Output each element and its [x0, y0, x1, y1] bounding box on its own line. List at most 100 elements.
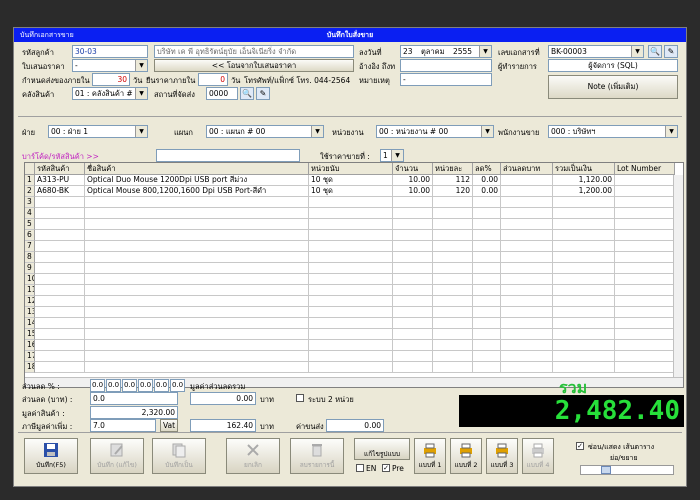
edit-icon[interactable]: ✎	[664, 45, 678, 58]
column-header[interactable]	[25, 163, 35, 175]
table-cell[interactable]	[553, 329, 615, 340]
table-cell[interactable]	[553, 230, 615, 241]
table-cell[interactable]	[553, 241, 615, 252]
table-cell[interactable]	[433, 340, 473, 351]
table-cell[interactable]	[393, 307, 433, 318]
items-table[interactable]: รหัสสินค้า ชื่อสินค้า หน่วยนับ จำนวน หน่วยละ…	[24, 162, 684, 388]
table-cell[interactable]	[35, 318, 85, 329]
discount-pct-field[interactable]: 0.0	[90, 379, 105, 392]
table-cell[interactable]	[553, 208, 615, 219]
table-cell[interactable]	[501, 318, 553, 329]
table-cell[interactable]: 0.00	[473, 186, 501, 197]
table-cell[interactable]	[35, 208, 85, 219]
discount-pct-field[interactable]: 0.0	[154, 379, 169, 392]
print-format-button[interactable]: แก้ไขรูปแบบ	[354, 438, 410, 460]
table-cell[interactable]	[501, 197, 553, 208]
table-cell[interactable]	[501, 175, 553, 186]
table-cell[interactable]: 10 ชุด	[309, 175, 393, 186]
column-header[interactable]: ชื่อสินค้า	[85, 163, 309, 175]
search-icon[interactable]: 🔍	[240, 87, 254, 100]
table-cell[interactable]	[553, 340, 615, 351]
table-cell[interactable]	[309, 197, 393, 208]
table-cell[interactable]: 10.00	[393, 175, 433, 186]
reference-field[interactable]	[400, 59, 492, 72]
column-header[interactable]: ลด%	[473, 163, 501, 175]
table-cell[interactable]	[615, 208, 675, 219]
table-cell[interactable]	[85, 351, 309, 362]
table-cell[interactable]	[35, 296, 85, 307]
doc-no-select[interactable]: BK-00003	[548, 45, 644, 58]
column-width-slider[interactable]	[580, 465, 674, 475]
table-cell[interactable]	[85, 318, 309, 329]
table-cell[interactable]	[615, 241, 675, 252]
table-cell[interactable]: 120	[433, 186, 473, 197]
table-cell[interactable]	[473, 263, 501, 274]
table-cell[interactable]	[615, 197, 675, 208]
table-cell[interactable]	[501, 362, 553, 373]
discount-pct-field[interactable]: 0.0	[170, 379, 185, 392]
table-cell[interactable]	[553, 274, 615, 285]
two-unit-checkbox[interactable]	[296, 394, 304, 402]
table-cell[interactable]	[473, 208, 501, 219]
table-cell[interactable]: 10.00	[393, 186, 433, 197]
table-cell[interactable]: Optical Duo Mouse 1200Dpi USB port สีม่ว…	[85, 175, 309, 186]
table-cell[interactable]	[501, 274, 553, 285]
vat-rate-field[interactable]: 7.0	[90, 419, 156, 432]
table-cell[interactable]	[393, 285, 433, 296]
table-cell[interactable]: A680-BK	[35, 186, 85, 197]
table-cell[interactable]	[393, 197, 433, 208]
table-row[interactable]: 12	[25, 296, 675, 307]
table-cell[interactable]	[433, 252, 473, 263]
table-cell[interactable]	[393, 351, 433, 362]
table-cell[interactable]	[615, 263, 675, 274]
table-cell[interactable]	[615, 186, 675, 197]
remark-field[interactable]: -	[400, 73, 492, 86]
discount-pct-field[interactable]: 0.0	[106, 379, 121, 392]
table-cell[interactable]	[393, 208, 433, 219]
table-cell[interactable]	[501, 329, 553, 340]
table-row[interactable]: 2 A680-BK Optical Mouse 800,1200,1600 Dpi …	[25, 186, 675, 197]
table-cell[interactable]	[35, 241, 85, 252]
table-cell[interactable]	[473, 318, 501, 329]
table-cell[interactable]	[309, 296, 393, 307]
table-cell[interactable]	[553, 307, 615, 318]
table-cell[interactable]	[553, 252, 615, 263]
discount-baht-field[interactable]: 0.0	[90, 392, 178, 405]
table-cell[interactable]	[473, 241, 501, 252]
quotation-select[interactable]: -	[72, 59, 148, 72]
table-cell[interactable]	[501, 241, 553, 252]
table-cell[interactable]	[615, 285, 675, 296]
shipping-field[interactable]: 0.00	[326, 419, 384, 432]
table-cell[interactable]	[553, 362, 615, 373]
table-row[interactable]: 7	[25, 241, 675, 252]
table-cell[interactable]	[615, 219, 675, 230]
department-select[interactable]: 00 : แผนก # 00	[206, 125, 324, 138]
table-cell[interactable]	[433, 208, 473, 219]
table-cell[interactable]	[35, 329, 85, 340]
table-cell[interactable]	[35, 219, 85, 230]
table-cell[interactable]	[85, 219, 309, 230]
table-row[interactable]: 11	[25, 285, 675, 296]
customer-code-field[interactable]: 30-03	[72, 45, 148, 58]
table-cell[interactable]: Optical Mouse 800,1200,1600 Dpi USB Port…	[85, 186, 309, 197]
print-form3-button[interactable]: แบบที่ 3	[486, 438, 518, 474]
table-cell[interactable]	[433, 241, 473, 252]
table-cell[interactable]	[393, 340, 433, 351]
table-cell[interactable]	[393, 241, 433, 252]
table-cell[interactable]	[85, 307, 309, 318]
table-row[interactable]: 14	[25, 318, 675, 329]
table-cell[interactable]	[473, 219, 501, 230]
table-cell[interactable]	[501, 230, 553, 241]
table-cell[interactable]: 0.00	[473, 175, 501, 186]
table-row[interactable]: 3	[25, 197, 675, 208]
salesperson-select[interactable]: 000 : บริษัทฯ	[548, 125, 678, 138]
save-edit-button[interactable]: บันทึก (แก้ไข)	[90, 438, 144, 474]
table-cell[interactable]	[309, 274, 393, 285]
table-cell[interactable]	[501, 340, 553, 351]
slider-thumb[interactable]	[601, 466, 611, 474]
table-cell[interactable]	[501, 351, 553, 362]
table-cell[interactable]	[433, 329, 473, 340]
table-cell[interactable]	[85, 230, 309, 241]
table-cell[interactable]	[433, 197, 473, 208]
table-cell[interactable]	[309, 219, 393, 230]
